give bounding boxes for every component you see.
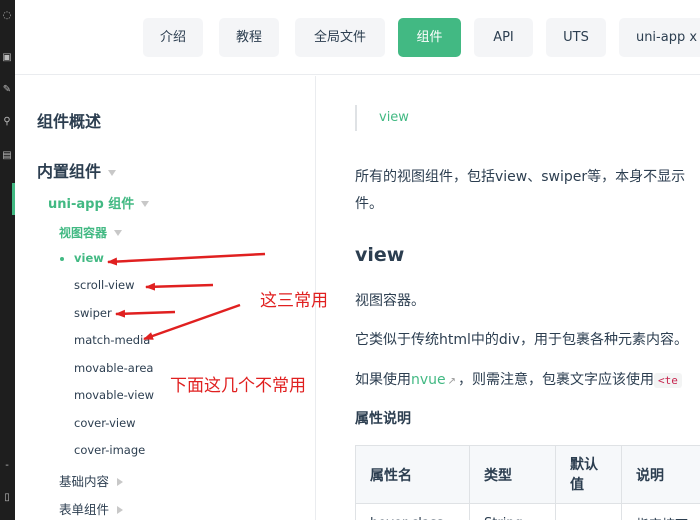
table-header-row: 属性名 类型 默认值 说明 <box>355 445 700 504</box>
dash-icon: - <box>5 460 9 471</box>
intro-text-line2: 件。 <box>355 196 383 212</box>
sidebar-item-movable-view[interactable]: movable-view <box>74 388 154 402</box>
nvue-note-pre: 如果使用 <box>355 372 411 388</box>
chevron-right-icon <box>117 477 124 486</box>
search-icon[interactable]: ⚲ <box>1 116 13 128</box>
table-header: 属性名 <box>355 445 470 504</box>
table-cell: String <box>469 503 556 520</box>
nav-uts[interactable]: UTS <box>546 18 606 57</box>
table-row: hover-class String 指定按下 <box>355 503 700 520</box>
section-heading: view <box>355 244 405 266</box>
intro-text-line1: 所有的视图组件，包括view、swiper等，本身不显示 <box>355 169 686 185</box>
sidebar-item-cover-image[interactable]: cover-image <box>74 443 145 457</box>
sidebar-uniapp-label: uni-app 组件 <box>48 197 135 212</box>
bookmark-icon[interactable]: ▤ <box>1 150 13 162</box>
sidebar-form-components[interactable]: 表单组件 <box>59 499 124 518</box>
annotation-common: 这三常用 <box>260 291 328 311</box>
nav-tutorial[interactable]: 教程 <box>219 18 279 57</box>
sidebar-item-swiper[interactable]: swiper <box>74 306 112 320</box>
sidebar-basic-content-label: 基础内容 <box>59 474 110 489</box>
inline-code: <te <box>654 373 682 388</box>
sidebar-overview[interactable]: 组件概述 <box>37 108 101 132</box>
table-header: 类型 <box>469 445 556 504</box>
sidebar-item-cover-view[interactable]: cover-view <box>74 416 136 430</box>
external-link-icon: ↗ <box>447 376 457 387</box>
table-cell: 指定按下 <box>621 503 700 520</box>
sidebar-builtin-group[interactable]: 内置组件 <box>37 158 117 182</box>
main-content: view 所有的视图组件，包括view、swiper等，本身不显示 件。 vie… <box>317 76 700 520</box>
sidebar-item-scroll-view[interactable]: scroll-view <box>74 278 135 292</box>
table-cell <box>555 503 622 520</box>
package-icon[interactable]: ▣ <box>1 52 13 64</box>
sidebar-form-components-label: 表单组件 <box>59 502 110 517</box>
top-nav: 介绍 教程 全局文件 组件 API UTS uni-app x <box>15 0 700 75</box>
sidebar-item-movable-area[interactable]: movable-area <box>74 361 153 375</box>
table-cell: hover-class <box>355 503 470 520</box>
active-dot <box>60 257 64 261</box>
nav-intro[interactable]: 介绍 <box>143 18 203 57</box>
sidebar-view-container-label: 视图容器 <box>59 226 108 240</box>
chevron-down-icon <box>114 229 123 236</box>
chevron-down-icon <box>141 200 150 207</box>
nav-uni-app-x[interactable]: uni-app x <box>619 18 700 57</box>
sidebar-uniapp-group[interactable]: uni-app 组件 <box>48 193 150 212</box>
sidebar-basic-content[interactable]: 基础内容 <box>59 471 124 490</box>
breadcrumb[interactable]: view <box>355 105 409 131</box>
nav-components[interactable]: 组件 <box>398 18 461 57</box>
nav-global-files[interactable]: 全局文件 <box>295 18 385 57</box>
nvue-link[interactable]: nvue <box>411 372 446 388</box>
description-1: 视图容器。 <box>355 293 425 309</box>
sidebar-builtin-label: 内置组件 <box>37 162 102 181</box>
attributes-heading: 属性说明 <box>355 411 411 427</box>
nvue-note-post: ，则需注意，包裹文字应该使用 <box>458 372 655 388</box>
panel-icon[interactable]: ▯ <box>1 492 13 504</box>
table-header: 说明 <box>621 445 700 504</box>
chevron-right-icon <box>117 505 124 514</box>
nvue-note: 如果使用nvue ↗ ，则需注意，包裹文字应该使用 <te <box>355 369 682 389</box>
nav-api[interactable]: API <box>474 18 533 57</box>
circle-icon[interactable]: ◌ <box>1 10 13 22</box>
table-header: 默认值 <box>555 445 622 504</box>
sidebar-view-container[interactable]: 视图容器 <box>59 222 123 241</box>
tools-icon[interactable]: ✎ <box>1 84 13 96</box>
sidebar-item-match-media[interactable]: match-media <box>74 333 150 347</box>
attributes-table: 属性名 类型 默认值 说明 hover-class String 指定按下 <box>355 445 700 520</box>
activity-strip: ◌ ▣ ✎ ⚲ ▤ - ▯ <box>0 0 15 520</box>
annotation-uncommon: 下面这几个不常用 <box>170 376 306 396</box>
description-2: 它类似于传统html中的div，用于包裹各种元素内容。 <box>355 332 688 348</box>
chevron-down-icon <box>108 169 117 176</box>
sidebar-item-view[interactable]: view <box>74 251 104 265</box>
